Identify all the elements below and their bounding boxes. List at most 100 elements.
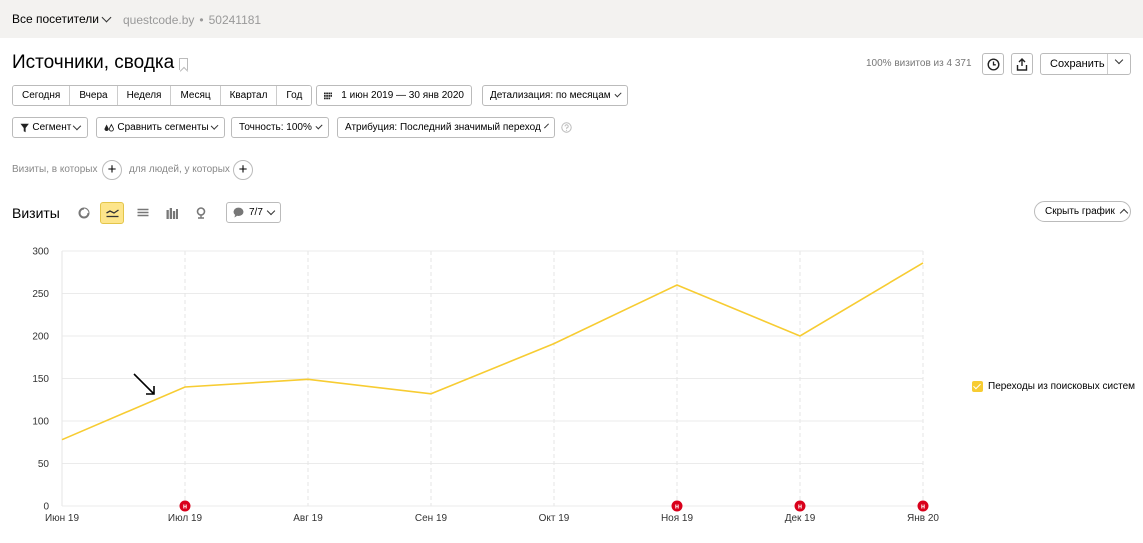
map-view-button[interactable]: [189, 202, 213, 224]
x-tick-label: Ноя 19: [661, 513, 694, 524]
attribution-select[interactable]: Атрибуция: Последний значимый переход: [337, 117, 555, 138]
annotation-marker-label: н: [921, 504, 925, 511]
data-point[interactable]: [921, 260, 926, 265]
segment-label: Сегмент: [32, 122, 72, 133]
chevron-down-icon: [266, 206, 276, 216]
hide-chart-label: Скрыть график: [1045, 206, 1115, 217]
hide-chart-button[interactable]: Скрыть график: [1034, 201, 1131, 222]
detail-label: Детализация: по месяцам: [490, 90, 611, 101]
bookmark-icon[interactable]: [179, 58, 188, 70]
chevron-down-icon[interactable]: [1114, 55, 1124, 65]
y-tick-label: 300: [32, 247, 49, 258]
line-view-button[interactable]: [100, 202, 124, 224]
chevron-down-icon: [614, 90, 622, 98]
chart-title: Визиты: [12, 205, 60, 221]
help-icon[interactable]: [561, 122, 572, 133]
y-tick-label: 0: [43, 502, 49, 513]
series-selector[interactable]: 7/7: [226, 202, 281, 223]
speech-bubble-icon: [233, 207, 244, 218]
accuracy-label: Точность: 100%: [239, 122, 312, 133]
chevron-down-icon: [101, 12, 112, 22]
y-tick-label: 200: [32, 332, 49, 343]
map-pin-icon: [196, 207, 206, 219]
chevron-down-icon: [543, 123, 549, 129]
chevron-down-icon: [315, 122, 323, 130]
series-line: [61, 262, 924, 441]
site-info: questcode.by • 50241181: [123, 13, 261, 27]
y-tick-label: 150: [32, 374, 49, 385]
x-tick-label: Янв 20: [907, 513, 939, 524]
x-tick-label: Июн 19: [45, 513, 80, 524]
plus-icon: +: [238, 161, 248, 178]
y-tick-label: 50: [38, 459, 50, 470]
visits-sampling-note: 100% визитов из 4 371: [866, 58, 972, 69]
page-title: Источники, сводка: [12, 52, 175, 73]
x-tick-label: Июл 19: [168, 513, 203, 524]
line-chart-icon: [105, 209, 119, 218]
period-year[interactable]: Год: [277, 86, 312, 105]
visitor-segment-label: Все посетители: [12, 12, 99, 26]
bar-view-button[interactable]: [160, 202, 184, 224]
data-point[interactable]: [798, 334, 803, 339]
compare-segments-button[interactable]: Сравнить сегменты: [96, 117, 225, 138]
compare-segments-label: Сравнить сегменты: [117, 122, 209, 133]
annotation-marker-label: н: [675, 504, 679, 511]
visits-condition-label: Визиты, в которых: [12, 164, 98, 175]
chevron-down-icon: [210, 121, 219, 131]
pie-chart-icon: [78, 207, 90, 219]
period-quarter[interactable]: Квартал: [220, 86, 278, 105]
series-count: 7/7: [249, 207, 263, 218]
detail-select[interactable]: Детализация: по месяцам: [482, 85, 628, 106]
save-button-label: Сохранить: [1050, 58, 1105, 70]
period-selector: Сегодня Вчера Неделя Месяц Квартал Год: [12, 85, 313, 106]
data-point[interactable]: [552, 341, 557, 346]
attribution-label: Атрибуция: Последний значимый переход: [345, 122, 541, 133]
history-button[interactable]: [982, 53, 1004, 75]
annotation-marker[interactable]: н: [179, 500, 191, 512]
y-tick-label: 250: [32, 289, 49, 300]
data-point[interactable]: [60, 437, 65, 442]
counter-id: 50241181: [208, 13, 262, 27]
period-yesterday[interactable]: Вчера: [70, 86, 118, 105]
x-tick-label: Сен 19: [415, 513, 448, 524]
data-point[interactable]: [675, 283, 680, 288]
divider: [1107, 54, 1108, 74]
separator: •: [199, 13, 204, 27]
chart-legend: Переходы из поисковых систем: [972, 381, 1135, 392]
save-button[interactable]: Сохранить: [1040, 53, 1131, 75]
calendar-icon: [324, 92, 333, 99]
annotation-marker[interactable]: н: [917, 500, 929, 512]
accuracy-select[interactable]: Точность: 100%: [231, 117, 329, 138]
data-point[interactable]: [183, 385, 188, 390]
annotation-marker-label: н: [183, 504, 187, 511]
annotation-marker[interactable]: н: [671, 500, 683, 512]
x-tick-label: Окт 19: [539, 513, 570, 524]
arrow-annotation-icon: [133, 373, 155, 395]
period-week[interactable]: Неделя: [117, 86, 172, 105]
y-tick-label: 100: [32, 417, 49, 428]
x-tick-label: Авг 19: [293, 513, 323, 524]
area-view-button[interactable]: [131, 202, 155, 224]
visitor-segment-select[interactable]: Все посетители: [12, 12, 112, 26]
x-tick-label: Дек 19: [785, 513, 816, 524]
add-visit-condition-button[interactable]: +: [102, 160, 122, 180]
pie-view-button[interactable]: [72, 202, 96, 224]
period-today[interactable]: Сегодня: [13, 86, 71, 105]
segment-button[interactable]: Сегмент: [12, 117, 88, 138]
date-range-label: 1 июн 2019 — 30 янв 2020: [341, 90, 464, 101]
annotation-marker-label: н: [798, 504, 802, 511]
annotation-marker[interactable]: н: [794, 500, 806, 512]
date-range-picker[interactable]: 1 июн 2019 — 30 янв 2020: [316, 85, 472, 106]
add-people-condition-button[interactable]: +: [233, 160, 253, 180]
legend-checkbox[interactable]: [972, 381, 983, 392]
plus-icon: +: [107, 161, 117, 178]
data-point[interactable]: [429, 391, 434, 396]
drops-icon: [104, 123, 114, 131]
chevron-up-icon: [1119, 208, 1129, 218]
top-bar: Все посетители questcode.by • 50241181: [0, 0, 1143, 38]
legend-series-label: Переходы из поисковых систем: [988, 381, 1136, 392]
chevron-down-icon: [73, 121, 82, 131]
period-month[interactable]: Месяц: [171, 86, 221, 105]
export-button[interactable]: [1011, 53, 1033, 75]
data-point[interactable]: [306, 377, 311, 382]
